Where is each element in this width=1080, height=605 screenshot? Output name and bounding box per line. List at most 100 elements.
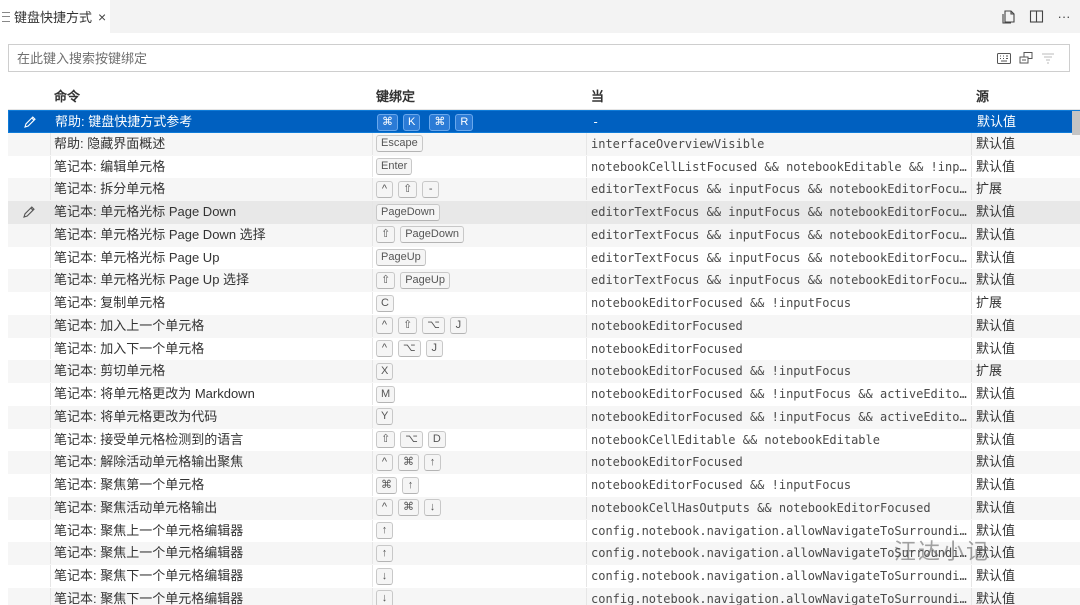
- column-divider: [372, 496, 373, 519]
- table-row[interactable]: 笔记本: 单元格光标 Page Down 选择 ⇧ PageDown editor…: [8, 223, 1080, 247]
- edit-keybinding-cell[interactable]: [8, 520, 50, 542]
- key-cap: ↑: [424, 453, 441, 471]
- edit-keybinding-cell[interactable]: [9, 111, 51, 133]
- column-divider: [586, 178, 587, 200]
- table-row[interactable]: 笔记本: 拆分单元格 ^ ⇧ - editorTextFocus && inputF…: [8, 178, 1080, 201]
- edit-keybinding-cell[interactable]: [8, 133, 50, 155]
- when-cell: editorTextFocus && inputFocus && noteboo…: [591, 205, 971, 219]
- table-row[interactable]: 笔记本: 编辑单元格 Enter notebookCellListFocused…: [8, 155, 1080, 179]
- edit-keybinding-cell[interactable]: [8, 406, 50, 428]
- source-cell: 默认值: [976, 522, 1016, 538]
- edit-keybinding-cell[interactable]: [8, 178, 50, 200]
- table-row[interactable]: 笔记本: 单元格光标 Page Up 选择 ⇧ PageUp editorText…: [8, 269, 1080, 292]
- keybinding-cell: ⇧ PageDown: [376, 224, 586, 246]
- when-cell: editorTextFocus && inputFocus && noteboo…: [591, 227, 971, 242]
- keybinding-cell: ^ ⌘ ↑: [376, 451, 586, 473]
- edit-keybinding-cell[interactable]: [8, 474, 50, 496]
- column-divider: [372, 201, 373, 223]
- keyboard-shortcuts-tab[interactable]: 键盘快捷方式 ×: [0, 0, 110, 33]
- edit-keybinding-cell[interactable]: [8, 315, 50, 337]
- table-row[interactable]: 笔记本: 复制单元格 C notebookEditorFocused && !i…: [8, 292, 1080, 315]
- edit-keybinding-cell[interactable]: [8, 429, 50, 451]
- edit-keybinding-cell[interactable]: [8, 451, 50, 473]
- source-cell: 默认值: [976, 568, 1016, 583]
- column-divider: [372, 246, 373, 269]
- keybinding-cell: ⇧ ⌥ D: [376, 429, 586, 451]
- clear-filter-icon[interactable]: [1041, 52, 1055, 64]
- close-tab-button[interactable]: ×: [98, 9, 106, 25]
- open-json-icon[interactable]: [1000, 9, 1016, 25]
- edit-keybinding-cell[interactable]: [8, 360, 50, 382]
- column-divider: [50, 428, 51, 451]
- when-cell: notebookCellEditable && notebookEditable: [591, 432, 880, 447]
- column-header-keybinding[interactable]: 键绑定: [376, 84, 415, 110]
- sort-by-precedence-icon[interactable]: [1019, 52, 1033, 64]
- column-divider: [372, 451, 373, 473]
- column-divider: [372, 565, 373, 587]
- split-editor-icon[interactable]: [1028, 9, 1044, 25]
- table-row[interactable]: 笔记本: 单元格光标 Page Down PageDown editorText…: [8, 201, 1080, 224]
- edit-keybinding-cell[interactable]: [8, 292, 50, 314]
- table-row[interactable]: 笔记本: 剪切单元格 X notebookEditorFocused && !i…: [8, 360, 1080, 383]
- table-row[interactable]: 笔记本: 单元格光标 Page Up PageUp editorTextFocu…: [8, 246, 1080, 270]
- column-divider: [50, 383, 51, 405]
- more-actions-icon[interactable]: ···: [1056, 9, 1072, 25]
- column-divider: [586, 201, 587, 223]
- table-header: 命令 键绑定 当 源: [8, 84, 1080, 110]
- key-cap: Enter: [376, 158, 413, 175]
- edit-keybinding-cell[interactable]: [8, 497, 50, 519]
- edit-keybinding-cell[interactable]: [8, 338, 50, 360]
- column-divider: [50, 337, 51, 360]
- column-divider: [586, 405, 587, 428]
- when-cell: notebookCellHasOutputs && notebookEditor…: [591, 500, 931, 515]
- column-header-source[interactable]: 源: [976, 84, 989, 110]
- when-cell: notebookEditorFocused: [591, 455, 743, 470]
- column-header-when[interactable]: 当: [591, 84, 604, 110]
- edit-keybinding-cell[interactable]: [8, 383, 50, 405]
- edit-keybinding-cell[interactable]: [8, 224, 50, 246]
- editor-actions: ···: [1000, 0, 1072, 33]
- command-cell: 笔记本: 单元格光标 Page Down 选择: [54, 226, 266, 242]
- key-cap: ⌘: [377, 113, 398, 131]
- table-row[interactable]: 笔记本: 加入上一个单元格 ^ ⇧ ⌥ J notebookEditorFocused…: [8, 314, 1080, 338]
- column-divider: [586, 360, 587, 382]
- table-row[interactable]: 笔记本: 加入下一个单元格 ^ ⌥ J notebookEditorFocused …: [8, 337, 1080, 361]
- column-header-command[interactable]: 命令: [54, 84, 80, 110]
- edit-keybinding-cell[interactable]: [8, 542, 50, 564]
- vertical-scrollbar[interactable]: [1072, 111, 1080, 135]
- edit-keybinding-cell[interactable]: [8, 588, 50, 605]
- edit-keybinding-cell[interactable]: [8, 156, 50, 178]
- edit-keybinding-cell[interactable]: [8, 201, 50, 223]
- keybinding-cell: ⌘ K ⌘ R: [377, 111, 587, 133]
- column-divider: [971, 269, 972, 291]
- when-cell: editorTextFocus && inputFocus && noteboo…: [591, 250, 971, 265]
- when-cell: notebookEditorFocused: [591, 341, 743, 356]
- pencil-icon[interactable]: [23, 115, 37, 129]
- table-row[interactable]: 帮助: 键盘快捷方式参考 ⌘ K ⌘ R - 默认值: [8, 110, 1080, 133]
- keybinding-cell: Enter: [376, 156, 586, 178]
- column-divider: [50, 474, 51, 496]
- command-cell: 笔记本: 拆分单元格: [54, 181, 166, 197]
- table-row[interactable]: 笔记本: 聚焦第一个单元格 ⌘ ↑ notebookEditorFocused &…: [8, 474, 1080, 497]
- column-divider: [50, 405, 51, 428]
- table-row[interactable]: 笔记本: 聚焦下一个单元格编辑器 ↓ config.notebook.navig…: [8, 565, 1080, 588]
- column-divider: [50, 542, 51, 564]
- edit-keybinding-cell[interactable]: [8, 269, 50, 291]
- table-row[interactable]: 帮助: 隐藏界面概述 Escape interfaceOverviewVisib…: [8, 132, 1080, 156]
- table-row[interactable]: 笔记本: 聚焦下一个单元格编辑器 ↓ config.notebook.navig…: [8, 587, 1080, 605]
- when-cell: notebookEditorFocused && !inputFocus: [591, 364, 852, 379]
- key-cap: ⌥: [422, 317, 445, 335]
- table-row[interactable]: 笔记本: 将单元格更改为 Markdown M notebookEditorFo…: [8, 383, 1080, 406]
- table-row[interactable]: 笔记本: 接受单元格检测到的语言 ⇧ ⌥ D notebookCellEditabl…: [8, 428, 1080, 452]
- command-cell: 笔记本: 编辑单元格: [54, 158, 166, 174]
- table-row[interactable]: 笔记本: 聚焦活动单元格输出 ^ ⌘ ↓ notebookCellHasOutput…: [8, 496, 1080, 520]
- table-row[interactable]: 笔记本: 将单元格更改为代码 Y notebookEditorFocused &…: [8, 405, 1080, 429]
- edit-keybinding-cell[interactable]: [8, 247, 50, 269]
- pencil-icon[interactable]: [22, 205, 36, 219]
- search-input[interactable]: [9, 45, 997, 71]
- table-row[interactable]: 笔记本: 解除活动单元格输出聚焦 ^ ⌘ ↑ notebookEditorFocus…: [8, 451, 1080, 474]
- record-keys-icon[interactable]: [997, 52, 1011, 64]
- when-cell: editorTextFocus && inputFocus && noteboo…: [591, 182, 971, 197]
- edit-keybinding-cell[interactable]: [8, 565, 50, 587]
- column-divider: [971, 383, 972, 405]
